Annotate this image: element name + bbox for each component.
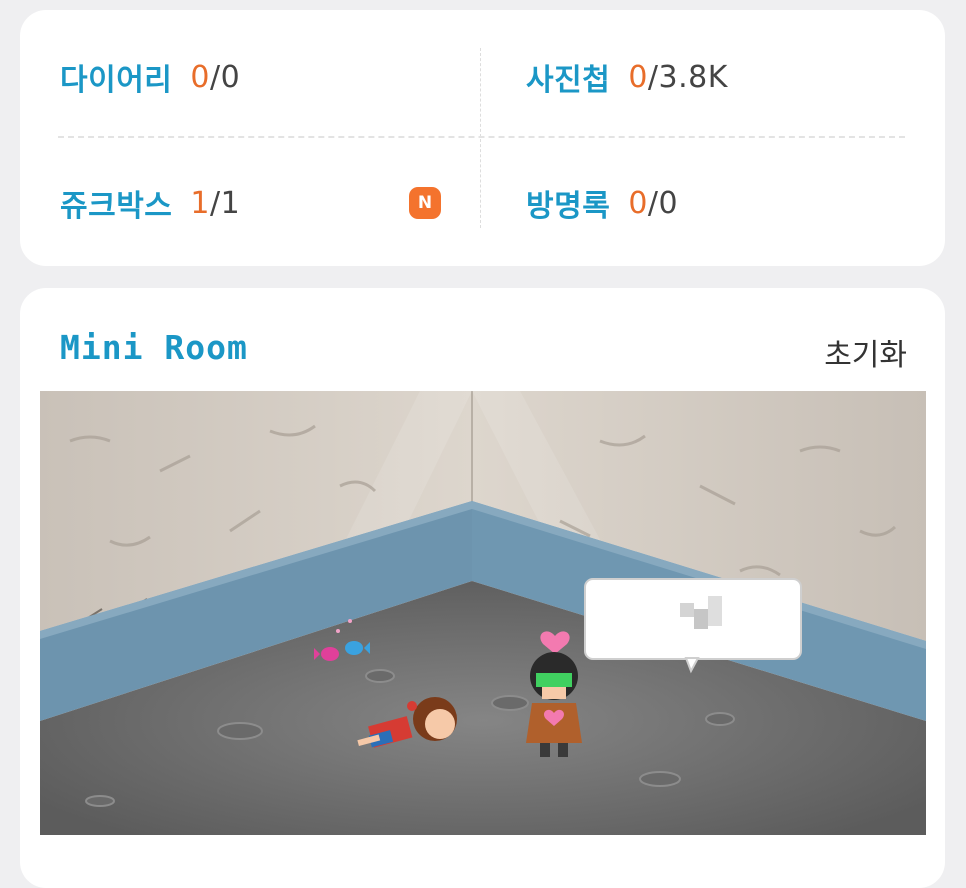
mini-room-title: Mini Room — [60, 328, 248, 367]
stat-album-current: 0 — [628, 59, 648, 95]
mini-room-scene[interactable] — [40, 391, 926, 835]
stat-guestbook-current: 0 — [628, 185, 648, 221]
mini-room-card: Mini Room 초기화 — [20, 288, 945, 888]
stat-jukebox[interactable]: 쥬크박스 1 /1 — [60, 173, 240, 233]
stat-album-label: 사진첩 — [526, 63, 611, 98]
speech-bubble — [584, 578, 802, 674]
stat-diary[interactable]: 다이어리 0 /0 — [60, 47, 240, 107]
avatar-standing — [526, 652, 582, 757]
horizontal-divider — [58, 136, 905, 138]
stat-diary-total: /0 — [210, 59, 241, 95]
stat-diary-current: 0 — [190, 59, 210, 95]
stat-diary-label: 다이어리 — [60, 63, 173, 98]
stats-card: 다이어리 0 /0 사진첩 0 /3.8K 쥬크박스 1 /1 N 방명록 0 … — [20, 10, 945, 266]
stat-jukebox-total: /1 — [210, 185, 241, 221]
stat-album[interactable]: 사진첩 0 /3.8K — [526, 47, 728, 107]
vertical-divider — [480, 48, 481, 228]
stat-guestbook-label: 방명록 — [526, 189, 611, 224]
stat-jukebox-label: 쥬크박스 — [60, 189, 173, 224]
stat-album-total: /3.8K — [647, 59, 728, 95]
stat-guestbook[interactable]: 방명록 0 /0 — [526, 173, 678, 233]
new-badge: N — [409, 187, 441, 219]
mini-room-illustration — [40, 391, 926, 835]
stat-jukebox-current: 1 — [190, 185, 210, 221]
stat-guestbook-total: /0 — [647, 185, 679, 221]
reset-button[interactable]: 초기화 — [824, 330, 907, 374]
